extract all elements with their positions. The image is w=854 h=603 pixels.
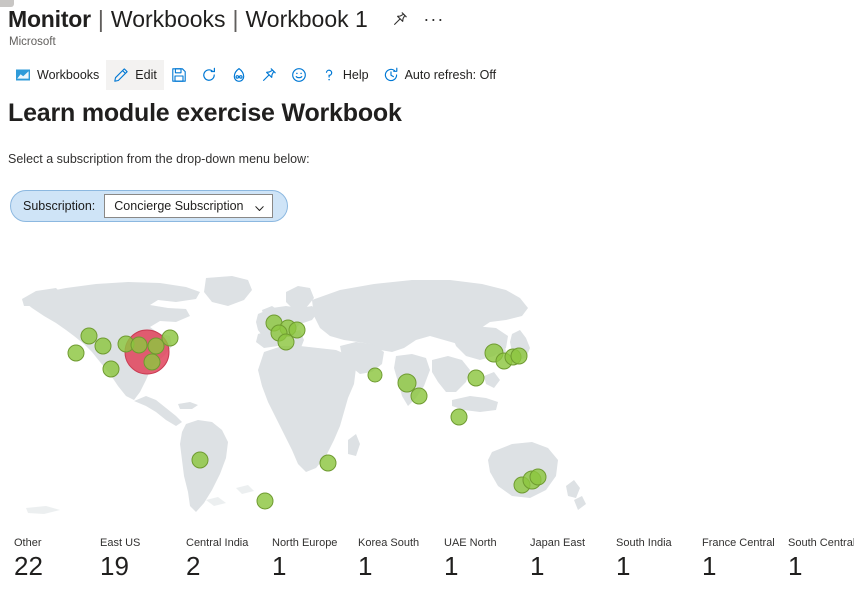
legend-value: 1 [702, 551, 717, 581]
legend-value: 2 [186, 551, 201, 581]
subscription-dropdown[interactable]: Concierge Subscription [104, 194, 273, 218]
map-bubble[interactable] [277, 333, 295, 351]
legend-value: 22 [14, 551, 43, 581]
breadcrumb-service-name: Monitor [8, 5, 91, 32]
subscription-selected-value: Concierge Subscription [114, 199, 244, 213]
map-bubble[interactable] [94, 337, 112, 355]
page-title: Learn module exercise Workbook [8, 99, 402, 127]
command-auto-refresh[interactable]: Auto refresh: Off [376, 60, 503, 90]
map-bubble[interactable] [191, 451, 209, 469]
map-bubble-south-india[interactable] [410, 387, 428, 405]
legend-item[interactable]: UAE North 1 [444, 536, 530, 596]
legend-item[interactable]: East US 19 [100, 536, 186, 596]
command-auto-refresh-label: Auto refresh: Off [404, 68, 497, 82]
refresh-icon [201, 67, 217, 83]
map-bubble-central-india[interactable] [397, 373, 417, 393]
command-edit[interactable]: Edit [106, 60, 164, 90]
legend-item[interactable]: France Central 1 [702, 536, 788, 596]
legend-label: Other [14, 537, 42, 549]
command-help-label: Help [342, 68, 369, 82]
command-share[interactable] [224, 60, 254, 90]
legend-label: South Central US [788, 537, 854, 549]
legend-item[interactable]: Korea South 1 [358, 536, 444, 596]
map-canvas[interactable] [12, 266, 602, 526]
map-bubble[interactable] [130, 336, 148, 354]
legend-item[interactable]: South India 1 [616, 536, 702, 596]
map-bubble[interactable] [147, 337, 165, 355]
pin-icon [261, 67, 277, 83]
legend-value: 1 [272, 551, 287, 581]
breadcrumb-separator-1: | [97, 5, 104, 32]
ellipsis-icon[interactable]: ··· [423, 9, 444, 29]
share-icon [231, 67, 247, 83]
pencil-edit-icon [113, 67, 129, 83]
save-floppy-icon [171, 67, 187, 83]
world-map-visualization[interactable] [0, 258, 854, 530]
breadcrumb: Monitor | Workbooks | Workbook 1 ··· [8, 4, 854, 34]
workbooks-chart-icon [15, 67, 31, 83]
command-help[interactable]: Help [314, 60, 376, 90]
map-bubble[interactable] [161, 329, 179, 347]
legend-label: France Central [702, 537, 775, 549]
legend-label: Japan East [530, 537, 586, 549]
legend-value: 1 [530, 551, 545, 581]
subscription-parameter: Subscription: Concierge Subscription [10, 190, 288, 222]
map-legend: Other 22 East US 19 Central India 2 Nort… [0, 536, 854, 596]
map-landmasses [22, 276, 586, 514]
legend-label: North Europe [272, 537, 338, 549]
legend-label: East US [100, 537, 141, 549]
legend-value: 19 [100, 551, 129, 581]
legend-label: South India [616, 537, 672, 549]
breadcrumb-workbook-name: Workbook 1 [245, 5, 368, 32]
command-feedback[interactable] [284, 60, 314, 90]
help-question-icon [321, 67, 337, 83]
map-bubble[interactable] [529, 468, 547, 486]
map-bubble[interactable] [510, 347, 528, 365]
instruction-text: Select a subscription from the drop-down… [8, 152, 310, 166]
legend-item[interactable]: Other 22 [14, 536, 100, 596]
map-bubble[interactable] [450, 408, 468, 426]
legend-item[interactable]: Central India 2 [186, 536, 272, 596]
legend-label: Korea South [358, 537, 420, 549]
map-bubble[interactable] [102, 360, 120, 378]
feedback-smiley-icon [291, 67, 307, 83]
breadcrumb-workbooks[interactable]: Workbooks [111, 6, 226, 33]
command-workbooks[interactable]: Workbooks [8, 60, 106, 90]
command-refresh[interactable] [194, 60, 224, 90]
legend-value: 1 [444, 551, 459, 581]
map-bubble[interactable] [80, 327, 98, 345]
map-bubble[interactable] [143, 353, 161, 371]
map-bubble-uae-north[interactable] [367, 367, 383, 383]
chevron-down-icon [254, 201, 265, 212]
command-edit-label: Edit [135, 68, 157, 82]
map-bubble[interactable] [319, 454, 337, 472]
legend-value: 1 [616, 551, 631, 581]
legend-item[interactable]: Japan East 1 [530, 536, 616, 596]
header-actions: ··· [390, 9, 444, 29]
pin-icon[interactable] [390, 9, 410, 29]
legend-value: 1 [358, 551, 373, 581]
page-header: Monitor | Workbooks | Workbook 1 ··· Mic… [8, 4, 854, 49]
command-workbooks-label: Workbooks [37, 68, 100, 82]
breadcrumb-separator-2: | [232, 5, 239, 32]
clock-icon [383, 67, 399, 83]
subscription-label: Subscription: [23, 199, 96, 213]
legend-label: UAE North [444, 537, 497, 549]
map-bubble[interactable] [67, 344, 85, 362]
command-bar: Workbooks Edit Help Auto refresh: Off [0, 60, 854, 90]
legend-item[interactable]: South Central US 1 [788, 536, 854, 596]
command-pin[interactable] [254, 60, 284, 90]
command-save[interactable] [164, 60, 194, 90]
map-bubble[interactable] [256, 492, 274, 510]
map-bubble[interactable] [467, 369, 485, 387]
legend-item[interactable]: North Europe 1 [272, 536, 358, 596]
page-subtitle: Microsoft [9, 36, 56, 48]
legend-value: 1 [788, 551, 803, 581]
legend-label: Central India [186, 537, 249, 549]
